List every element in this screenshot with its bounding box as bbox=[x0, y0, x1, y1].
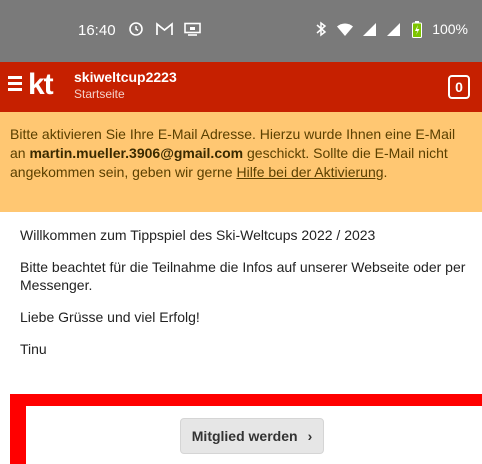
wifi-icon bbox=[336, 20, 354, 38]
email-activation-alert: Bitte aktivieren Sie Ihre E-Mail Adresse… bbox=[0, 112, 482, 212]
menu-icon[interactable] bbox=[8, 76, 22, 92]
join-member-label: Mitglied werden bbox=[191, 428, 298, 444]
chevron-right-icon: › bbox=[307, 428, 313, 444]
status-icons-left bbox=[127, 20, 201, 38]
alert-email: martin.mueller.3906@gmail.com bbox=[29, 145, 244, 161]
signal-icon bbox=[360, 20, 378, 38]
notification-counter-button[interactable]: 0 bbox=[448, 75, 470, 99]
activation-help-link[interactable]: Hilfe bei der Aktivierung bbox=[236, 164, 383, 180]
app-logo[interactable]: kt bbox=[28, 68, 54, 102]
battery-icon bbox=[408, 20, 426, 38]
welcome-text: Willkommen zum Tippspiel des Ski-Weltcup… bbox=[20, 227, 376, 243]
app-header: kt skiweltcup2223 Startseite 0 bbox=[0, 62, 482, 112]
game-title: skiweltcup2223 bbox=[74, 69, 177, 85]
welcome-content: Willkommen zum Tippspiel des Ski-Weltcup… bbox=[20, 226, 472, 372]
status-bar: 16:40 100% bbox=[0, 0, 482, 62]
page-subtitle: Startseite bbox=[74, 87, 125, 101]
membership-cta-box: Mitglied werden › bbox=[10, 394, 482, 464]
status-icons-right: 100% bbox=[312, 20, 468, 38]
alert-text-3: . bbox=[383, 164, 388, 180]
cta-inner-panel: Mitglied werden › bbox=[26, 406, 482, 464]
signature-text: Tinu bbox=[20, 341, 47, 357]
alarm-icon bbox=[127, 20, 145, 38]
screen-icon bbox=[183, 20, 201, 38]
battery-percentage: 100% bbox=[432, 21, 468, 37]
info-text: Bitte beachtet für die Teilnahme die Inf… bbox=[20, 259, 466, 293]
gmail-icon bbox=[155, 20, 173, 38]
bluetooth-icon bbox=[312, 20, 330, 38]
signal-icon bbox=[384, 20, 402, 38]
status-time: 16:40 bbox=[78, 22, 116, 39]
greeting-text: Liebe Grüsse und viel Erfolg! bbox=[20, 309, 200, 325]
join-member-button[interactable]: Mitglied werden › bbox=[180, 418, 324, 454]
